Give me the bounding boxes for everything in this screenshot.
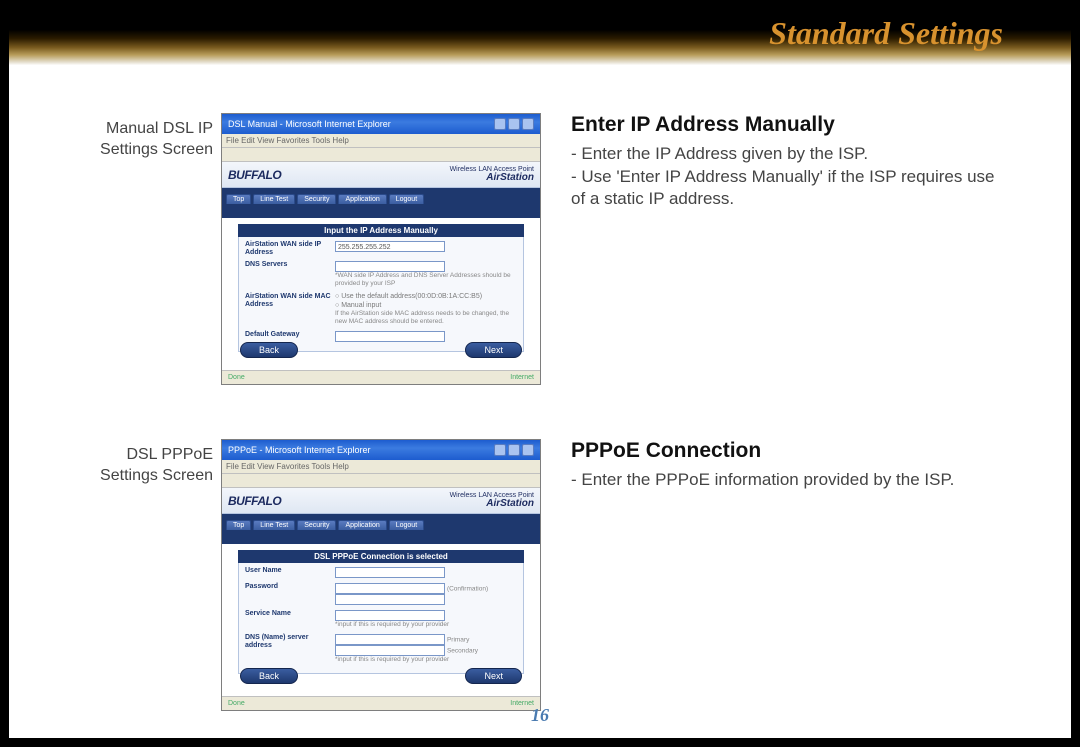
field-password: Password (Confirmation)	[245, 583, 517, 605]
screenshot-dsl-manual: DSL Manual - Microsoft Internet Explorer…	[221, 113, 541, 385]
branding-bar: BUFFALO Wireless LAN Access Point AirSta…	[222, 162, 540, 188]
section-para-1a: - Enter the IP Address given by the ISP.	[571, 143, 1003, 164]
section-heading-2: PPPoE Connection	[571, 439, 1003, 463]
panel: DSL PPPoE Connection is selected User Na…	[222, 544, 540, 674]
text-col-2: PPPoE Connection - Enter the PPPoE infor…	[541, 439, 1003, 492]
browser-statusbar: Done Internet	[222, 370, 540, 384]
password-input	[335, 583, 445, 594]
field-dns: DNS Servers *WAN side IP Address and DNS…	[245, 261, 517, 288]
field-dnsaddr: DNS (Name) server address Primary Second…	[245, 634, 517, 664]
password-confirm-input	[335, 594, 445, 605]
maximize-icon	[508, 118, 520, 130]
brand-logo: BUFFALO	[228, 168, 281, 182]
screenshot-caption-2: DSL PPPoE Settings Screen	[99, 439, 217, 487]
browser-toolbar	[222, 474, 540, 488]
browser-toolbar	[222, 148, 540, 162]
field-mac: AirStation WAN side MAC Address ○ Use th…	[245, 293, 517, 325]
tab-top: Top	[226, 520, 251, 530]
screenshot-pppoe: PPPoE - Microsoft Internet Explorer File…	[221, 439, 541, 711]
minimize-icon	[494, 118, 506, 130]
panel: Input the IP Address Manually AirStation…	[222, 218, 540, 352]
dns-input	[335, 261, 445, 272]
window-title: PPPoE - Microsoft Internet Explorer	[228, 440, 371, 460]
sub-bar	[222, 204, 540, 218]
page-title: Standard Settings	[769, 15, 1003, 52]
maximize-icon	[508, 444, 520, 456]
close-icon	[522, 118, 534, 130]
page-number: 16	[9, 705, 1071, 726]
content-area: Manual DSL IP Settings Screen DSL Manual…	[99, 113, 1003, 688]
tab-security: Security	[297, 194, 336, 204]
nav-buttons: Back Next	[240, 668, 522, 684]
panel-title: Input the IP Address Manually	[238, 224, 524, 237]
tab-application: Application	[338, 194, 386, 204]
brand-tag: Wireless LAN Access Point AirStation	[450, 492, 534, 509]
status-left: Done	[228, 374, 245, 381]
next-button: Next	[465, 342, 522, 358]
tab-top: Top	[226, 194, 251, 204]
section-heading-1: Enter IP Address Manually	[571, 113, 1003, 137]
header-gradient: Standard Settings	[9, 9, 1071, 83]
next-button: Next	[465, 668, 522, 684]
tab-linetest: Line Test	[253, 520, 295, 530]
tab-logout: Logout	[389, 194, 424, 204]
section-1: Manual DSL IP Settings Screen DSL Manual…	[99, 113, 1003, 385]
dns-secondary-input	[335, 645, 445, 656]
browser-menubar: File Edit View Favorites Tools Help	[222, 460, 540, 474]
section-2: DSL PPPoE Settings Screen PPPoE - Micros…	[99, 439, 1003, 711]
window-titlebar: DSL Manual - Microsoft Internet Explorer	[222, 114, 540, 134]
ip-input: 255.255.255.252	[335, 241, 445, 252]
tab-application: Application	[338, 520, 386, 530]
branding-bar: BUFFALO Wireless LAN Access Point AirSta…	[222, 488, 540, 514]
window-title: DSL Manual - Microsoft Internet Explorer	[228, 114, 391, 134]
dns-primary-input	[335, 634, 445, 645]
field-wan-ip: AirStation WAN side IP Address 255.255.2…	[245, 241, 517, 256]
brand-logo: BUFFALO	[228, 494, 281, 508]
service-input	[335, 610, 445, 621]
text-col-1: Enter IP Address Manually - Enter the IP…	[541, 113, 1003, 211]
window-titlebar: PPPoE - Microsoft Internet Explorer	[222, 440, 540, 460]
nav-tabs: Top Line Test Security Application Logou…	[222, 514, 540, 530]
screenshot-caption-1: Manual DSL IP Settings Screen	[99, 113, 217, 161]
minimize-icon	[494, 444, 506, 456]
panel-body: User Name Password (Confirmation) Servic…	[238, 563, 524, 674]
window-buttons	[494, 444, 534, 456]
nav-buttons: Back Next	[240, 342, 522, 358]
window-buttons	[494, 118, 534, 130]
back-button: Back	[240, 342, 298, 358]
browser-menubar: File Edit View Favorites Tools Help	[222, 134, 540, 148]
username-input	[335, 567, 445, 578]
panel-body: AirStation WAN side IP Address 255.255.2…	[238, 237, 524, 352]
sub-bar	[222, 530, 540, 544]
status-right: Internet	[510, 374, 534, 381]
section-para-2a: - Enter the PPPoE information provided b…	[571, 469, 1003, 490]
gateway-input	[335, 331, 445, 342]
section-para-1b: - Use 'Enter IP Address Manually' if the…	[571, 166, 1003, 209]
manual-page: Standard Settings Manual DSL IP Settings…	[8, 8, 1072, 739]
panel-title: DSL PPPoE Connection is selected	[238, 550, 524, 563]
tab-linetest: Line Test	[253, 194, 295, 204]
tab-security: Security	[297, 520, 336, 530]
back-button: Back	[240, 668, 298, 684]
field-gateway: Default Gateway	[245, 331, 517, 342]
tab-logout: Logout	[389, 520, 424, 530]
field-username: User Name	[245, 567, 517, 578]
close-icon	[522, 444, 534, 456]
field-service: Service Name *input if this is required …	[245, 610, 517, 629]
brand-tag: Wireless LAN Access Point AirStation	[450, 166, 534, 183]
nav-tabs: Top Line Test Security Application Logou…	[222, 188, 540, 204]
